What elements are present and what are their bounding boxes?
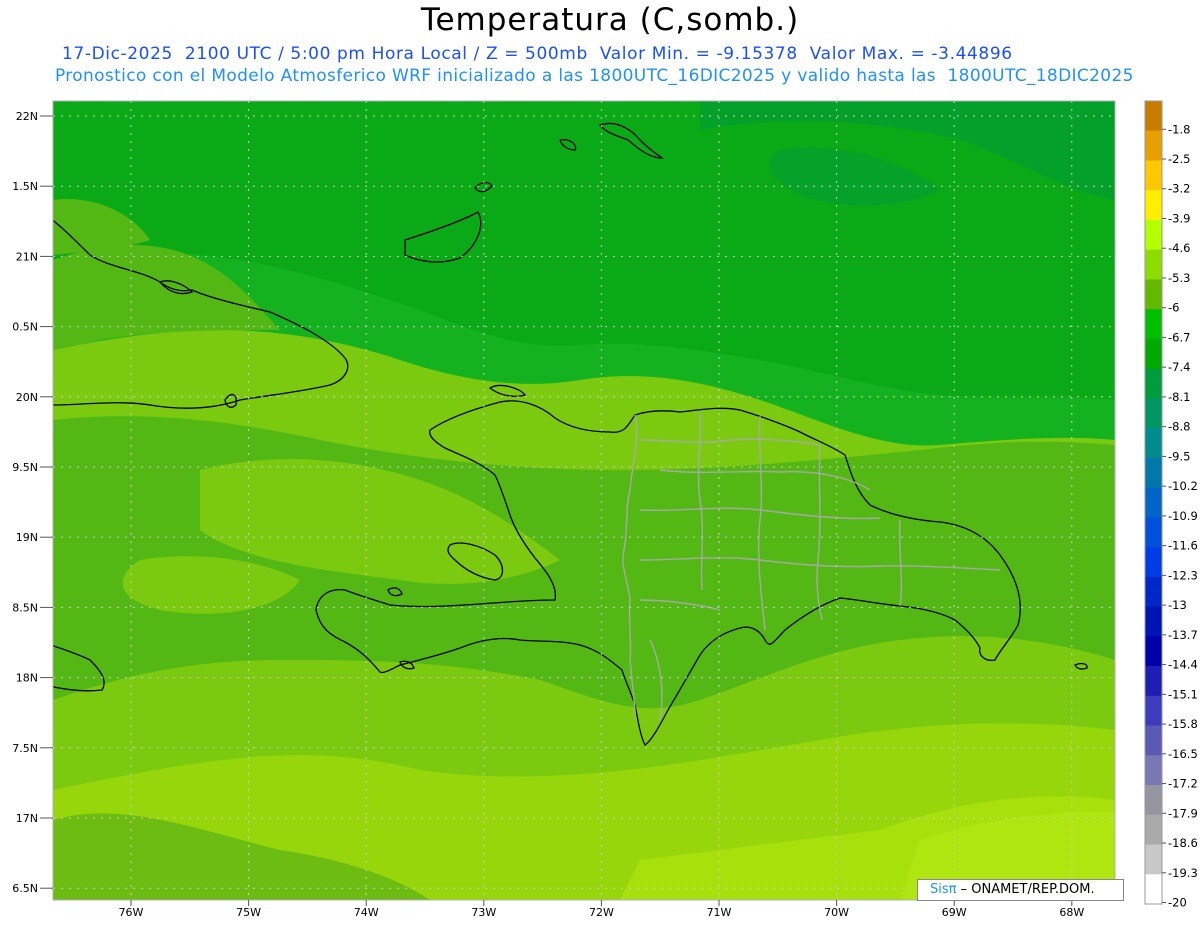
colorbar-swatch bbox=[1145, 755, 1162, 786]
colorbar-swatch bbox=[1145, 874, 1162, 905]
latitude-tick-label: 9.5N bbox=[12, 461, 38, 474]
colorbar-label: -19.3 bbox=[1168, 866, 1198, 880]
colorbar-label: -9.5 bbox=[1168, 449, 1190, 463]
colorbar-swatch bbox=[1145, 695, 1162, 726]
colorbar-label: -17.9 bbox=[1168, 806, 1198, 820]
colorbar-swatch bbox=[1145, 130, 1162, 161]
colorbar-label: -15.8 bbox=[1168, 717, 1198, 731]
colorbar-label: -12.3 bbox=[1168, 568, 1198, 582]
colorbar-label: -18.6 bbox=[1168, 836, 1198, 850]
latitude-tick-label: 19N bbox=[16, 531, 38, 544]
colorbar-swatch bbox=[1145, 279, 1162, 310]
colorbar-swatch bbox=[1145, 576, 1162, 607]
colorbar-label: -2.5 bbox=[1168, 152, 1190, 166]
longitude-tick-label: 75W bbox=[236, 906, 261, 919]
latitude-tick-label: 7.5N bbox=[12, 742, 38, 755]
colorbar-label: -10.9 bbox=[1168, 509, 1198, 523]
colorbar-label: -5.3 bbox=[1168, 271, 1190, 285]
longitude-tick-label: 71W bbox=[707, 906, 732, 919]
longitude-tick-label: 76W bbox=[119, 906, 144, 919]
colorbar-swatch bbox=[1145, 844, 1162, 875]
temperature-field bbox=[53, 101, 1115, 900]
map-canvas: 22N 1.5N 21N 0.5N 20N 9.5N 19N 8.5N 18N 7.5N 17N 6.… bbox=[12, 100, 1198, 919]
colorbar-swatch bbox=[1145, 398, 1162, 429]
colorbar-swatch bbox=[1145, 309, 1162, 340]
colorbar-swatch bbox=[1145, 636, 1162, 667]
latitude-tick-label: 21N bbox=[16, 250, 38, 263]
colorbar-label: -16.5 bbox=[1168, 747, 1198, 761]
longitude-axis: 76W 75W 74W 73W 72W 71W 70W 69W 68W bbox=[119, 900, 1084, 919]
colorbar-swatch bbox=[1145, 219, 1162, 251]
colorbar-label: -13.7 bbox=[1168, 628, 1198, 642]
colorbar-swatch bbox=[1145, 517, 1162, 548]
colorbar-swatch bbox=[1145, 606, 1162, 637]
credit-org: – ONAMET/REP.DOM. bbox=[956, 882, 1095, 897]
colorbar-swatch bbox=[1145, 785, 1162, 816]
colorbar-label: -6 bbox=[1168, 301, 1179, 315]
colorbar-label: -3.9 bbox=[1168, 211, 1190, 225]
colorbar-swatch bbox=[1145, 725, 1162, 756]
latitude-tick-label: 18N bbox=[16, 672, 38, 685]
latitude-tick-label: 6.5N bbox=[12, 882, 38, 895]
colorbar-label: -7.4 bbox=[1168, 360, 1190, 374]
latitude-tick-label: 8.5N bbox=[12, 601, 38, 614]
longitude-tick-label: 69W bbox=[942, 906, 967, 919]
colorbar-label: -15.1 bbox=[1168, 687, 1198, 701]
colorbar-swatch bbox=[1145, 487, 1162, 518]
latitude-axis: 22N 1.5N 21N 0.5N 20N 9.5N 19N 8.5N 18N 7.5N 17N 6.… bbox=[12, 110, 53, 895]
longitude-tick-label: 74W bbox=[354, 906, 379, 919]
colorbar-label: -4.6 bbox=[1168, 241, 1190, 255]
colorbar-swatch bbox=[1145, 190, 1162, 221]
colorbar-swatch bbox=[1145, 160, 1162, 191]
colorbar-swatch bbox=[1145, 814, 1162, 845]
colorbar-label: -17.2 bbox=[1168, 777, 1198, 791]
colorbar: -1.8 -2.5 -3.2 -3.9 -4.6 -5.3 -6 -6.7 -7.4 -8.1 -8… bbox=[1144, 100, 1198, 910]
colorbar-swatch bbox=[1145, 457, 1162, 489]
latitude-tick-label: 17N bbox=[16, 812, 38, 825]
colorbar-label: -10.2 bbox=[1168, 479, 1198, 493]
longitude-tick-label: 70W bbox=[824, 906, 849, 919]
longitude-tick-label: 68W bbox=[1059, 906, 1084, 919]
latitude-tick-label: 22N bbox=[16, 110, 38, 123]
longitude-tick-label: 73W bbox=[471, 906, 496, 919]
sispi-logo-text: Sisπ bbox=[930, 882, 957, 897]
colorbar-label: -6.7 bbox=[1168, 330, 1190, 344]
latitude-tick-label: 1.5N bbox=[12, 180, 38, 193]
colorbar-swatch bbox=[1145, 338, 1162, 370]
latitude-tick-label: 20N bbox=[16, 391, 38, 404]
longitude-tick-label: 72W bbox=[589, 906, 614, 919]
colorbar-label: -13 bbox=[1168, 598, 1187, 612]
colorbar-swatch bbox=[1145, 101, 1162, 132]
colorbar-swatch bbox=[1145, 428, 1162, 459]
colorbar-label: -20 bbox=[1168, 896, 1187, 910]
colorbar-swatch bbox=[1145, 249, 1162, 280]
colorbar-label: -11.6 bbox=[1168, 539, 1198, 553]
colorbar-label: -8.1 bbox=[1168, 390, 1190, 404]
colorbar-swatch bbox=[1145, 368, 1162, 399]
colorbar-label: -1.8 bbox=[1168, 122, 1190, 136]
colorbar-swatch bbox=[1145, 547, 1162, 578]
colorbar-swatch bbox=[1145, 666, 1162, 697]
colorbar-label: -14.4 bbox=[1168, 658, 1198, 672]
colorbar-label: -8.8 bbox=[1168, 420, 1190, 434]
colorbar-label: -3.2 bbox=[1168, 182, 1190, 196]
latitude-tick-label: 0.5N bbox=[12, 321, 38, 334]
credit-box: Sisπ – ONAMET/REP.DOM. bbox=[917, 879, 1124, 901]
